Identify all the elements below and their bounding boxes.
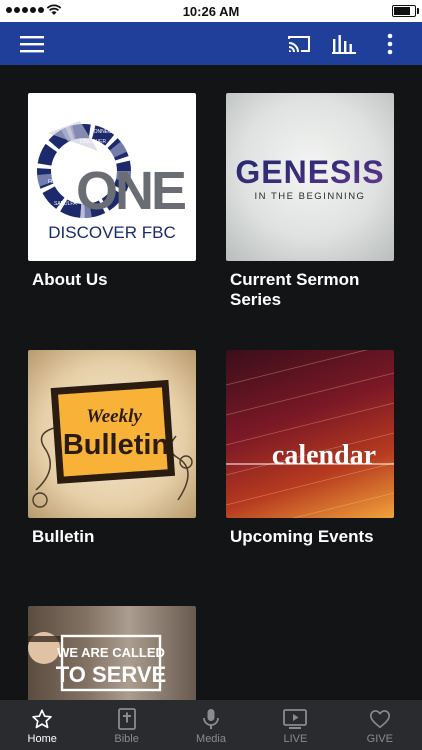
svg-text:IN THE BEGINNING: IN THE BEGINNING	[255, 191, 366, 202]
app-bar	[0, 22, 422, 65]
status-time: 10:26 AM	[182, 4, 240, 19]
hamburger-icon[interactable]	[12, 22, 52, 65]
tab-live[interactable]: LIVE	[253, 700, 337, 750]
tile-current-sermon-series[interactable]: GENESIS IN THE BEGINNING Current Sermon …	[226, 93, 394, 310]
tile-label: Current Sermon Series	[230, 270, 360, 309]
bible-icon	[117, 708, 136, 730]
svg-text:FBC: FBC	[48, 179, 58, 185]
svg-text:SERVE: SERVE	[106, 119, 124, 125]
tab-media[interactable]: Media	[169, 700, 253, 750]
svg-text:CONNECT: CONNECT	[90, 129, 115, 135]
svg-text:WE ARE CALLED: WE ARE CALLED	[57, 645, 165, 660]
tab-label: Media	[196, 733, 226, 745]
svg-text:Bulletin: Bulletin	[63, 429, 169, 461]
content-grid: SERVE CONNECT DISCOVER FBC SAPULPA ONE D…	[0, 65, 422, 700]
tab-label: Home	[27, 733, 57, 745]
svg-text:TO SERVE: TO SERVE	[56, 662, 166, 687]
tile-upcoming-events[interactable]: calendar Upcoming Events	[226, 350, 394, 547]
tile-bulletin[interactable]: Weekly Bulletin Bulletin	[28, 350, 196, 547]
star-icon	[32, 709, 53, 729]
tile-about-us[interactable]: SERVE CONNECT DISCOVER FBC SAPULPA ONE D…	[28, 93, 196, 290]
tile-label: Bulletin	[32, 527, 95, 546]
more-vertical-icon[interactable]	[370, 22, 410, 65]
calendar-image: calendar	[226, 350, 394, 518]
tab-bar: Home Bible Media LIVE GIVE	[0, 700, 422, 750]
svg-text:DISCOVER: DISCOVER	[80, 139, 107, 145]
tab-bible[interactable]: Bible	[84, 700, 168, 750]
svg-text:calendar: calendar	[272, 440, 376, 471]
tab-home[interactable]: Home	[0, 700, 84, 750]
tile-label: Upcoming Events	[230, 527, 374, 546]
tab-label: LIVE	[283, 733, 308, 745]
cast-icon[interactable]	[279, 22, 319, 65]
svg-text:ONE: ONE	[76, 161, 185, 221]
genesis-image: GENESIS IN THE BEGINNING	[226, 93, 394, 261]
audio-bars-icon[interactable]	[324, 22, 364, 65]
about-us-image: SERVE CONNECT DISCOVER FBC SAPULPA ONE D…	[28, 93, 196, 261]
serve-image: WE ARE CALLED TO SERVE	[28, 606, 196, 700]
bulletin-image: Weekly Bulletin	[28, 350, 196, 518]
status-bar: 10:26 AM	[0, 0, 422, 22]
live-tv-icon	[283, 709, 308, 729]
svg-text:Weekly: Weekly	[86, 406, 142, 427]
tab-label: Bible	[114, 733, 139, 745]
svg-text:SAPULPA: SAPULPA	[54, 201, 77, 207]
tab-give[interactable]: GIVE	[338, 700, 422, 750]
tile-serve[interactable]: WE ARE CALLED TO SERVE	[28, 606, 196, 700]
svg-text:GENESIS: GENESIS	[235, 154, 384, 190]
heart-icon	[369, 710, 390, 729]
svg-text:DISCOVER FBC: DISCOVER FBC	[48, 223, 176, 242]
battery-icon	[392, 5, 419, 17]
tab-label: GIVE	[366, 733, 393, 745]
microphone-icon	[203, 709, 219, 729]
tile-label: About Us	[32, 270, 108, 289]
